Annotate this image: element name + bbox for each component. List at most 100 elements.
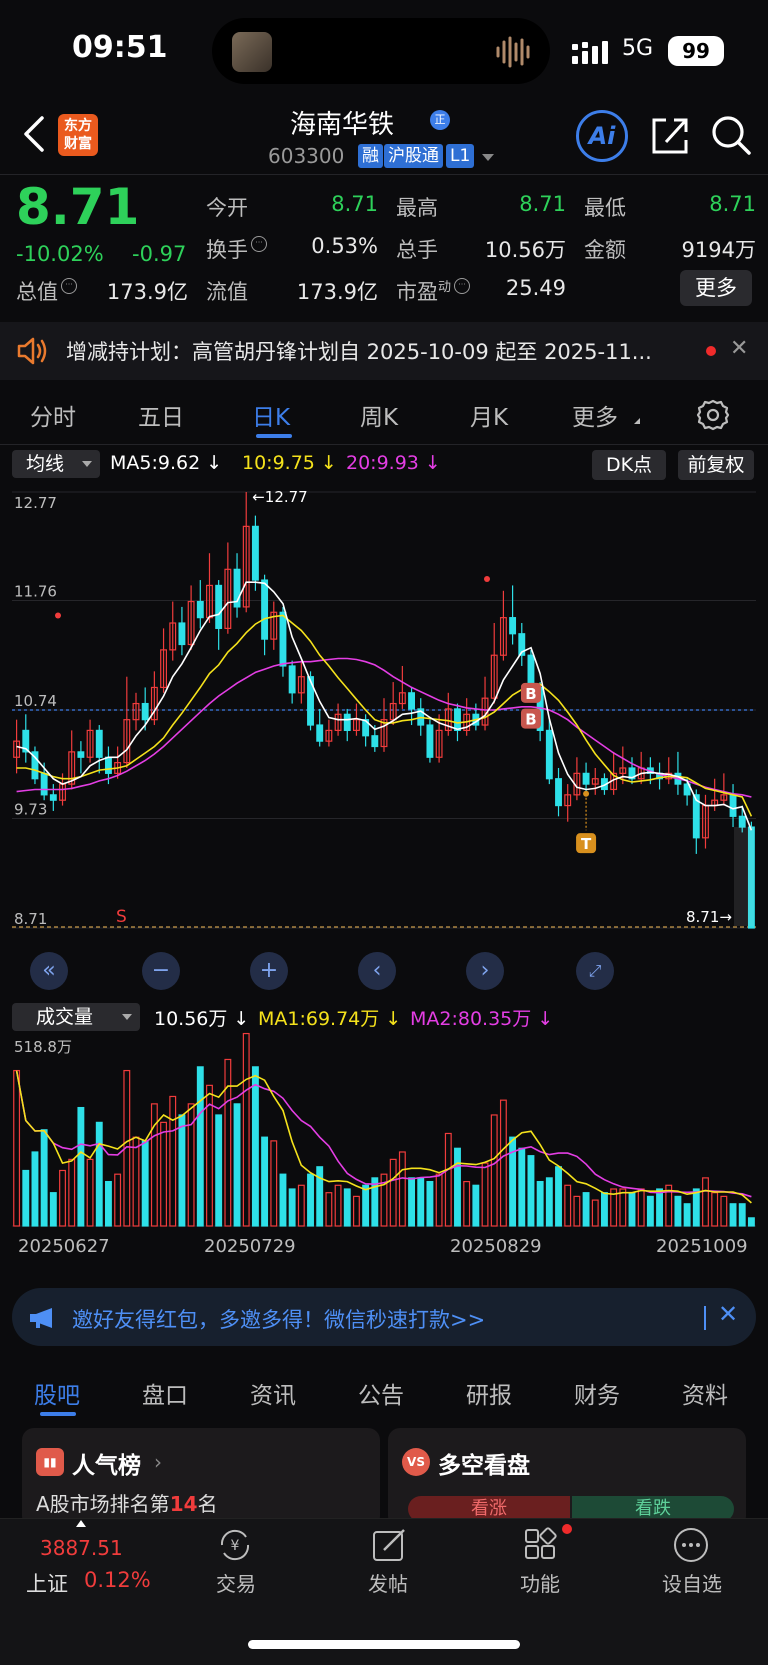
volume-bar <box>270 1140 278 1227</box>
info-icon[interactable]: ··· <box>251 236 267 252</box>
tab-announcements[interactable]: 公告 <box>358 1376 404 1410</box>
tab-news[interactable]: 资讯 <box>250 1376 296 1410</box>
search-icon[interactable] <box>710 114 752 156</box>
battery-icon: 99 <box>668 36 724 66</box>
tab-monthly-k[interactable]: 月K <box>470 398 508 432</box>
volume-bar <box>343 1188 351 1227</box>
volume-bar <box>628 1192 636 1227</box>
candle-body <box>343 713 351 732</box>
candle-body <box>288 665 296 694</box>
adjust-button[interactable]: 前复权 <box>678 450 754 480</box>
ai-button[interactable]: Ai <box>576 110 628 162</box>
sell-signal: S <box>116 907 127 927</box>
tab-more-periods[interactable]: 更多 <box>572 398 618 432</box>
volume-chart[interactable] <box>0 1030 768 1230</box>
back-icon[interactable] <box>20 114 50 154</box>
volume-value: 10.56万 ↓ <box>154 1008 250 1030</box>
close-icon[interactable]: ✕ <box>730 336 748 361</box>
nav-trade[interactable]: 交易 <box>196 1568 276 1597</box>
label-low: 最低 <box>584 196 626 220</box>
scroll-left-icon[interactable]: ‹ <box>358 952 396 990</box>
label-volume: 总手 <box>396 238 438 262</box>
volume-bar <box>454 1147 461 1227</box>
logo-text-2: 财富 <box>64 136 92 152</box>
scroll-right-icon[interactable]: › <box>466 952 504 990</box>
promo-text[interactable]: 邀好友得红包，多邀多得！微信秒速打款>> <box>72 1304 485 1334</box>
rank-number: 14 <box>169 1492 198 1516</box>
info-icon[interactable]: ··· <box>454 278 471 294</box>
candle-body <box>738 815 746 828</box>
dk-point-button[interactable]: DK点 <box>592 450 666 480</box>
y-axis-label: 8.71 <box>14 910 47 928</box>
label-pe: 市盈动 ··· <box>396 276 471 306</box>
unread-dot <box>706 346 716 356</box>
status-time: 09:51 <box>72 30 168 65</box>
index-name[interactable]: 上证 <box>26 1568 68 1598</box>
volume-max-label: 518.8万 <box>14 1038 72 1056</box>
promo-divider <box>704 1306 706 1330</box>
trade-icon[interactable]: ¥ <box>216 1526 254 1564</box>
last-price-marker: 8.71→ <box>686 908 732 926</box>
volume-bar <box>481 1162 489 1227</box>
apps-icon[interactable] <box>522 1526 560 1564</box>
zoom-in-icon[interactable]: + <box>250 952 288 990</box>
notice-text[interactable]: 增减持计划：高管胡丹锋计划自 2025-10-09 起至 2025-11... <box>66 336 686 366</box>
ma5-value: MA5:9.62 ↓ <box>110 452 223 474</box>
change-amount: -0.97 <box>132 242 187 266</box>
tab-forum[interactable]: 股吧 <box>34 1376 80 1410</box>
volume-bar <box>573 1195 581 1227</box>
candle-body <box>527 654 535 689</box>
volume-ma2-line <box>15 1070 752 1198</box>
nav-post[interactable]: 发帖 <box>348 1568 428 1597</box>
info-icon[interactable]: ··· <box>61 278 77 294</box>
volume-bar <box>426 1180 434 1227</box>
vol-ma1-value: MA1:69.74万 ↓ <box>258 1008 402 1030</box>
date-label: 20250829 <box>450 1236 542 1257</box>
indicator-selector[interactable]: 成交量 <box>12 1003 140 1031</box>
ma-selector-label: 均线 <box>26 453 65 475</box>
index-percent[interactable]: 0.12% <box>84 1568 151 1592</box>
tab-indicator <box>40 1412 76 1416</box>
chevron-down-icon[interactable] <box>482 154 494 161</box>
volume-bar <box>711 1192 719 1227</box>
megaphone-icon <box>30 1308 52 1328</box>
tab-order-book[interactable]: 盘口 <box>142 1376 188 1410</box>
compose-icon[interactable] <box>370 1526 408 1564</box>
nav-add-watchlist[interactable]: 设自选 <box>652 1568 732 1597</box>
candle-body <box>251 525 259 581</box>
buy-signal-label: B <box>525 711 536 729</box>
tab-five-day[interactable]: 五日 <box>138 398 184 432</box>
candle-body <box>426 724 434 758</box>
tab-profile[interactable]: 资料 <box>682 1376 728 1410</box>
volume-bar <box>215 1114 223 1227</box>
fullscreen-icon[interactable]: ⤢ <box>576 952 614 990</box>
volume-bar <box>702 1177 709 1227</box>
tab-financials[interactable]: 财务 <box>574 1376 620 1410</box>
ma-selector[interactable]: 均线 <box>12 450 100 478</box>
tab-daily-k[interactable]: 日K <box>252 398 290 432</box>
volume-bar <box>536 1180 544 1227</box>
home-indicator <box>248 1640 520 1649</box>
candle-body <box>261 579 269 640</box>
nav-functions[interactable]: 功能 <box>500 1568 580 1597</box>
index-value[interactable]: 3887.51 <box>40 1536 123 1560</box>
zoom-out-icon[interactable]: − <box>142 952 180 990</box>
volume-bar <box>591 1199 599 1227</box>
rewind-icon[interactable]: « <box>30 952 68 990</box>
share-icon[interactable] <box>650 114 690 156</box>
vol-ma2-value: MA2:80.35万 ↓ <box>410 1008 554 1030</box>
tab-weekly-k[interactable]: 周K <box>360 398 398 432</box>
more-icon[interactable] <box>672 1526 710 1564</box>
volume-bar <box>646 1195 654 1227</box>
value-turnover: 0.53% <box>311 234 378 258</box>
volume-bar <box>68 1158 76 1227</box>
more-button[interactable]: 更多 <box>680 270 752 306</box>
gear-icon[interactable] <box>696 398 730 432</box>
close-icon[interactable]: ✕ <box>718 1300 738 1328</box>
tab-research[interactable]: 研报 <box>466 1376 512 1410</box>
kline-chart[interactable]: 12.77 11.76 10.74 9.73 8.71 ←12.77 8.71→ BB T S <box>0 480 768 1000</box>
tab-intraday[interactable]: 分时 <box>30 398 76 432</box>
dk-point-label: DK点 <box>605 454 653 476</box>
volume-bar <box>169 1095 177 1227</box>
notification-dot <box>562 1524 572 1534</box>
